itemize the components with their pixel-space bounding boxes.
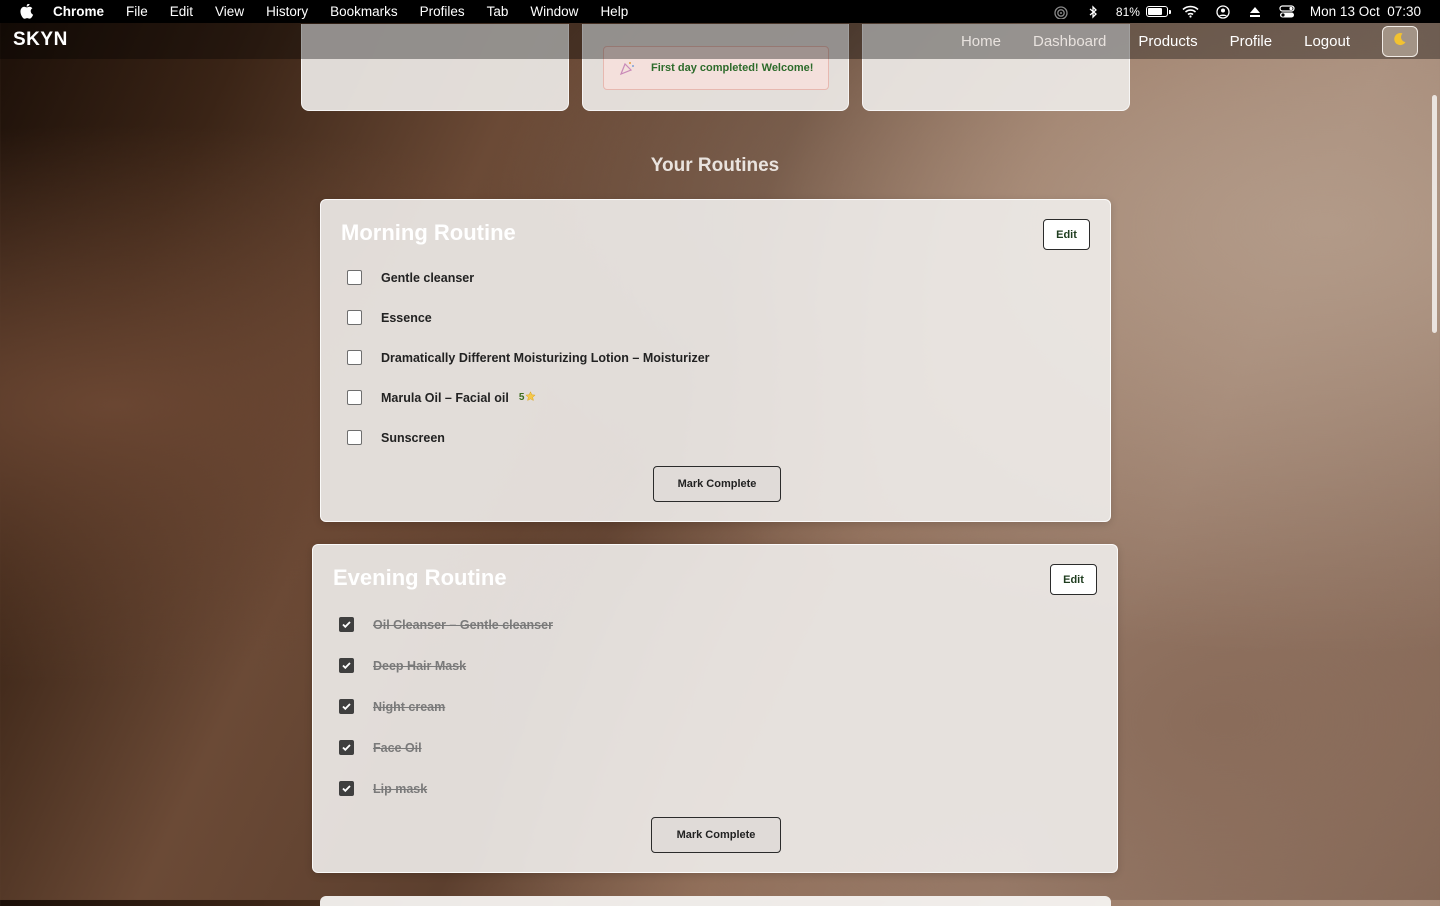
morning-routine-card: Morning Routine Edit Gentle cleanser Esse… [320,199,1111,522]
evening-step-item[interactable]: Lip mask [339,781,427,796]
battery-indicator[interactable]: 81% [1115,4,1171,19]
step-checkbox-checked[interactable] [339,699,354,714]
step-label: Night cream [373,699,446,714]
user-icon[interactable] [1214,4,1232,19]
page-scrollbar[interactable] [1432,95,1437,333]
menu-edit[interactable]: Edit [170,4,193,19]
control-center-icon[interactable] [1278,5,1296,19]
step-checkbox-checked[interactable] [339,740,354,755]
morning-step-item[interactable]: Essence [347,310,432,325]
evening-step-item[interactable]: Deep Hair Mask [339,658,466,673]
section-title: Your Routines [650,155,780,176]
next-routine-card [320,896,1111,906]
menu-chrome[interactable]: Chrome [53,4,104,19]
step-label: Face Oil [373,740,422,755]
menu-bar: Chrome File Edit View History Bookmarks … [0,0,1440,23]
brand-logo[interactable]: SKYN [13,29,68,51]
step-label: Gentle cleanser [381,270,475,285]
morning-step-item[interactable]: Gentle cleanser [347,270,474,285]
menu-file[interactable]: File [126,4,148,19]
step-label: Dramatically Different Moisturizing Loti… [381,350,710,365]
step-checkbox[interactable] [347,270,362,285]
morning-step-item[interactable]: Dramatically Different Moisturizing Loti… [347,350,710,365]
menu-help[interactable]: Help [600,4,628,19]
nav-profile[interactable]: Profile [1230,33,1273,50]
menu-bookmarks[interactable]: Bookmarks [330,4,398,19]
nav-products[interactable]: Products [1138,33,1197,50]
apple-icon[interactable] [20,3,34,20]
celebration-icon [619,60,635,76]
step-checkbox-checked[interactable] [339,781,354,796]
rating-value: 5 [518,392,525,403]
nav-logout[interactable]: Logout [1304,33,1350,50]
evening-routine-title: Evening Routine [333,565,507,590]
airdrop-icon[interactable] [1052,5,1070,19]
step-label: Deep Hair Mask [373,658,467,673]
evening-edit-button[interactable]: Edit [1050,564,1097,595]
moon-icon [1393,32,1407,51]
nav-links: Home Dashboard Products Profile Logout [961,23,1440,59]
step-checkbox[interactable] [347,350,362,365]
evening-step-item[interactable]: Face Oil [339,740,422,755]
eject-icon[interactable] [1246,5,1264,19]
step-label: Oil Cleanser – Gentle cleanser [373,617,553,632]
menu-view[interactable]: View [215,4,244,19]
menu-tab[interactable]: Tab [487,4,509,19]
step-checkbox-checked[interactable] [339,617,354,632]
evening-mark-complete-button[interactable]: Mark Complete [651,817,781,853]
theme-toggle-button[interactable] [1382,25,1418,57]
battery-icon [1145,6,1171,17]
step-checkbox[interactable] [347,390,362,405]
evening-routine-card: Evening Routine Edit Oil Cleanser – Gent… [312,544,1118,873]
evening-step-item[interactable]: Night cream [339,699,445,714]
morning-edit-button[interactable]: Edit [1043,219,1090,250]
product-rating: 5 [518,390,537,405]
step-checkbox[interactable] [347,310,362,325]
app-navbar: SKYN Home Dashboard Products Profile Log… [0,23,1440,59]
menu-profiles[interactable]: Profiles [420,4,465,19]
bluetooth-icon[interactable] [1084,4,1102,19]
step-label: Sunscreen [381,430,445,445]
step-label: Essence [381,310,432,325]
menu-window[interactable]: Window [530,4,578,19]
step-label: Lip mask [373,781,428,796]
wifi-icon[interactable] [1182,5,1200,19]
morning-mark-complete-button[interactable]: Mark Complete [653,466,781,502]
morning-step-item[interactable]: Sunscreen [347,430,445,445]
menu-history[interactable]: History [266,4,308,19]
morning-step-item[interactable]: Marula Oil – Facial oil 5 [347,390,537,405]
morning-routine-title: Morning Routine [341,220,516,245]
step-checkbox-checked[interactable] [339,658,354,673]
battery-percent: 81% [1115,4,1140,19]
evening-step-item[interactable]: Oil Cleanser – Gentle cleanser [339,617,553,632]
nav-home[interactable]: Home [961,33,1001,50]
step-checkbox[interactable] [347,430,362,445]
status-area: 81% Mon 13 Oct 07:30 [1052,0,1421,23]
step-label: Marula Oil – Facial oil [381,390,509,405]
clock[interactable]: Mon 13 Oct 07:30 [1310,4,1421,19]
star-icon [525,390,537,405]
nav-dashboard[interactable]: Dashboard [1033,33,1106,50]
welcome-notice-text: First day completed! Welcome! [651,62,814,74]
